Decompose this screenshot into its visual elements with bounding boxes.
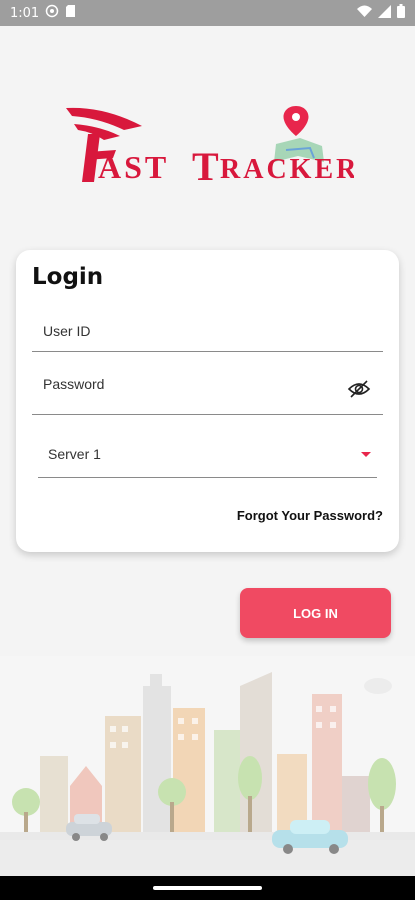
signal-icon bbox=[378, 4, 391, 22]
login-title: Login bbox=[32, 264, 104, 290]
fast-tracker-logo: AST T RACKER bbox=[64, 104, 356, 194]
login-card: Login User ID Password Server 1 Forgot Y… bbox=[16, 250, 399, 552]
battery-icon bbox=[397, 4, 405, 22]
sim-card-icon bbox=[65, 4, 76, 22]
svg-text:RACKER: RACKER bbox=[220, 154, 354, 185]
svg-text:T: T bbox=[192, 144, 219, 189]
dropdown-caret-icon bbox=[361, 452, 371, 457]
home-gesture-handle[interactable] bbox=[153, 886, 262, 890]
settings-notification-icon bbox=[45, 4, 59, 22]
eye-off-icon[interactable] bbox=[347, 378, 371, 400]
user-id-field[interactable]: User ID bbox=[32, 310, 383, 352]
status-time: 1:01 bbox=[10, 5, 40, 21]
svg-text:AST: AST bbox=[98, 149, 169, 185]
user-id-placeholder: User ID bbox=[43, 323, 91, 339]
navigation-bar bbox=[0, 876, 415, 900]
server-selected-value: Server 1 bbox=[48, 446, 101, 462]
status-bar: 1:01 bbox=[0, 0, 415, 26]
city-illustration bbox=[0, 656, 415, 878]
status-left: 1:01 bbox=[10, 4, 76, 22]
forgot-password-link[interactable]: Forgot Your Password? bbox=[237, 508, 383, 523]
login-button[interactable]: LOG IN bbox=[240, 588, 391, 638]
password-field[interactable]: Password bbox=[32, 362, 383, 415]
password-placeholder: Password bbox=[43, 376, 105, 392]
status-right bbox=[357, 4, 405, 22]
server-dropdown[interactable]: Server 1 bbox=[38, 430, 377, 478]
wifi-icon bbox=[357, 5, 372, 21]
